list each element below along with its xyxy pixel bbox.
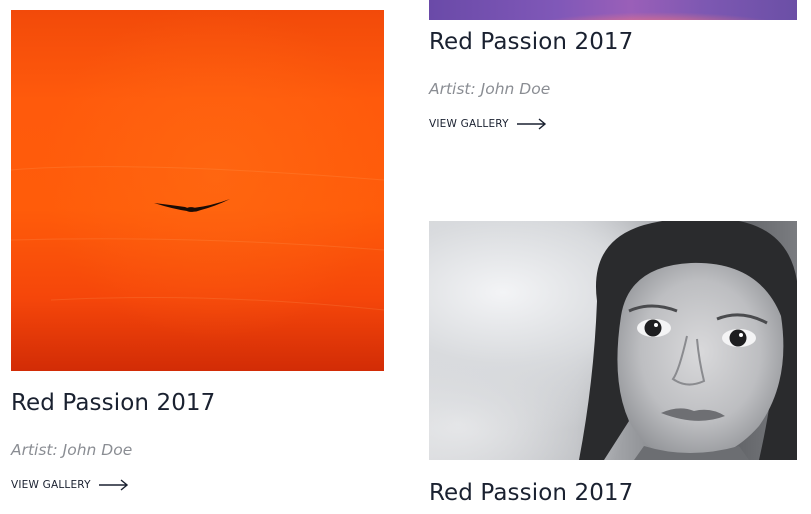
view-gallery-link[interactable]: VIEW GALLERY [11, 479, 129, 491]
gallery-title[interactable]: Red Passion 2017 [429, 29, 633, 55]
view-gallery-link[interactable]: VIEW GALLERY [429, 118, 547, 130]
orange-sunset-bird-image [11, 166, 384, 311]
gallery-thumbnail[interactable] [11, 10, 384, 371]
child-portrait-image [579, 221, 797, 460]
arrow-right-icon [516, 118, 547, 130]
gallery-artist: Artist: John Doe [429, 80, 551, 98]
gallery-title[interactable]: Red Passion 2017 [429, 480, 633, 506]
gallery-thumbnail[interactable] [429, 221, 797, 460]
gallery-thumbnail[interactable] [429, 0, 797, 20]
view-gallery-label: VIEW GALLERY [11, 479, 91, 491]
gallery-artist: Artist: John Doe [11, 441, 133, 459]
bird-silhouette [154, 199, 230, 212]
view-gallery-label: VIEW GALLERY [429, 118, 509, 130]
gallery-grid: Red Passion 2017 Artist: John Doe VIEW G… [0, 0, 811, 514]
arrow-right-icon [98, 479, 129, 491]
gallery-title[interactable]: Red Passion 2017 [11, 390, 215, 416]
